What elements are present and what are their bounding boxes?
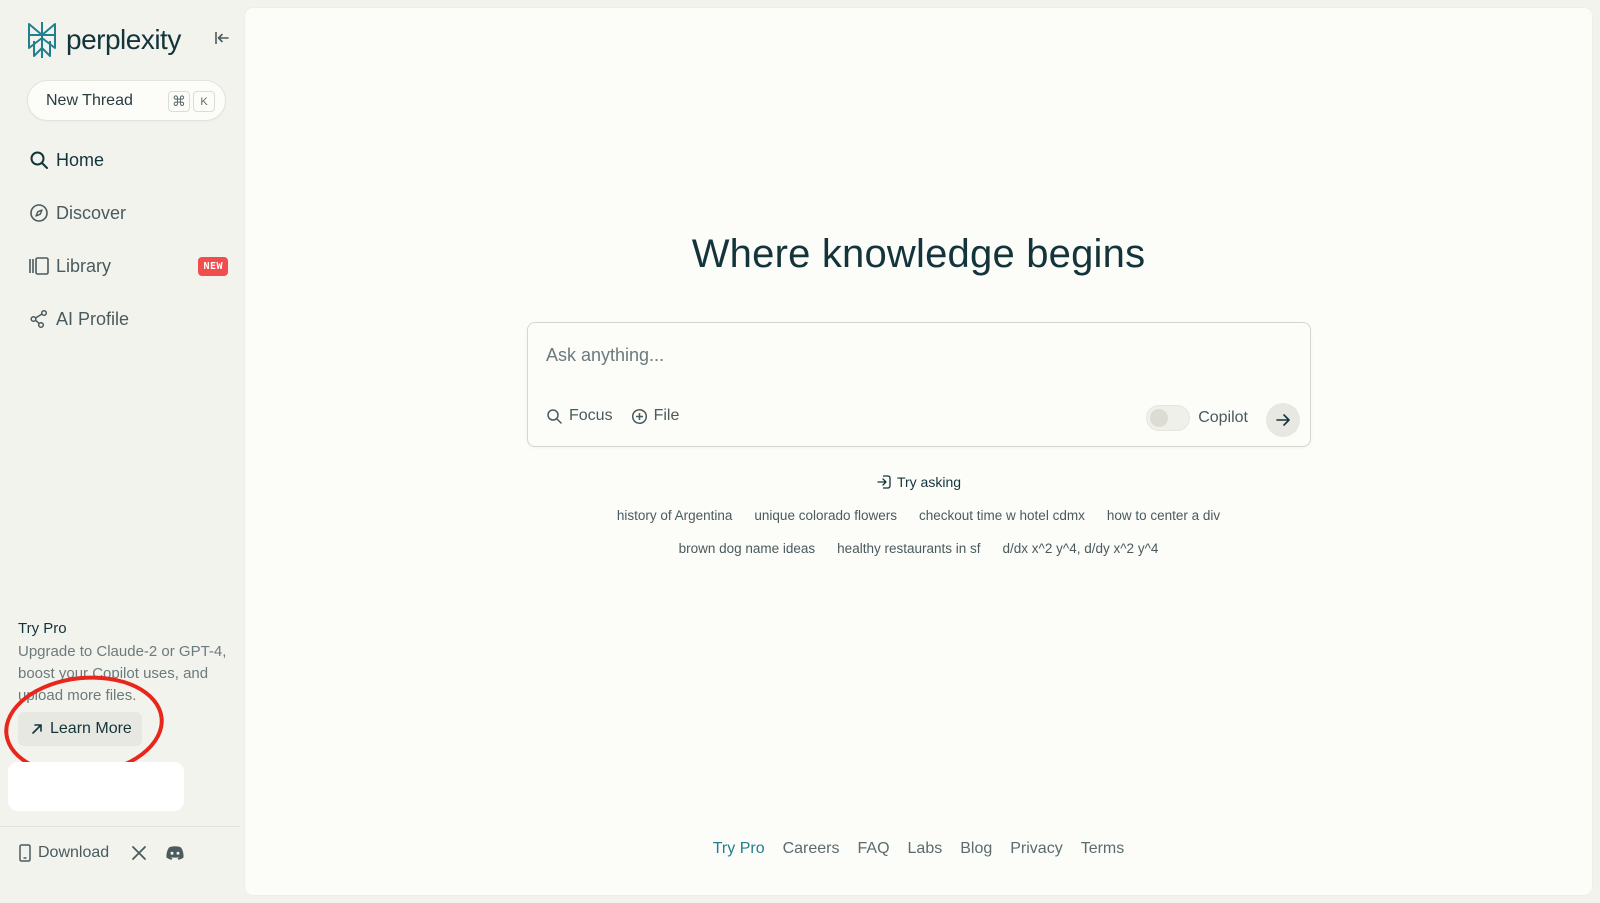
try-pro-panel: Try Pro Upgrade to Claude-2 or GPT-4, bo… [18,620,233,707]
footer-link-labs[interactable]: Labs [908,840,943,858]
learn-more-button[interactable]: Learn More [18,712,142,746]
sidebar-footer-links: Download [18,844,185,862]
compass-icon [28,202,50,224]
footer-link-careers[interactable]: Careers [783,840,840,858]
main-footer: Try Pro Careers FAQ Labs Blog Privacy Te… [245,840,1592,858]
copilot-toggle[interactable]: Copilot [1146,405,1248,431]
sidebar-item-label: Discover [56,202,127,223]
collapse-left-icon [215,32,229,44]
toggle-knob [1150,409,1169,427]
download-label: Download [38,844,110,861]
command-key: ⌘ [168,91,190,112]
footer-link-try-pro[interactable]: Try Pro [713,840,765,858]
suggestion-item[interactable]: history of Argentina [617,508,733,523]
suggestion-item[interactable]: d/dx x^2 y^4, d/dy x^2 y^4 [1003,541,1159,556]
sidebar-nav: Home Discover Library NEW AI Profile [28,143,228,355]
logo[interactable]: perplexity [26,20,236,60]
sidebar: perplexity New Thread ⌘ K Home Discover [0,0,245,903]
sidebar-item-label: AI Profile [56,308,130,329]
suggestion-item[interactable]: how to center a div [1107,508,1220,523]
sign-in-arrow-icon [877,475,891,489]
plus-circle-icon [631,408,647,424]
search-icon [547,408,562,424]
copilot-label: Copilot [1198,409,1248,426]
file-label: File [653,407,680,424]
k-key: K [193,91,215,112]
share-icon [28,308,50,330]
phone-icon [19,844,31,862]
x-twitter-icon[interactable] [131,845,147,861]
try-pro-description: Upgrade to Claude-2 or GPT-4, boost your… [18,643,227,704]
try-asking-label: Try asking [896,474,962,490]
new-thread-label: New Thread [46,91,133,109]
suggestion-item[interactable]: healthy restaurants in sf [837,541,980,556]
search-input[interactable] [546,343,1286,367]
sidebar-item-home[interactable]: Home [28,143,228,177]
suggestion-item[interactable]: brown dog name ideas [679,541,816,556]
page-title: Where knowledge begins [691,232,1146,276]
perplexity-logo-icon [28,22,56,58]
submit-button[interactable] [1266,403,1300,437]
brand-name: perplexity [66,24,181,55]
collapse-sidebar-button[interactable] [212,28,232,48]
library-icon [28,255,50,277]
arrow-up-right-icon [32,724,42,734]
sidebar-item-label: Home [56,149,105,170]
search-tools: Focus File [546,407,697,425]
blank-panel [8,762,184,811]
try-asking-header: Try asking [245,474,1592,490]
file-button[interactable]: File [631,407,680,425]
search-icon [28,149,50,171]
footer-link-faq[interactable]: FAQ [858,840,890,858]
suggestion-item[interactable]: unique colorado flowers [754,508,897,523]
footer-link-blog[interactable]: Blog [960,840,992,858]
learn-more-label: Learn More [50,720,132,737]
sidebar-footer: Download [0,826,240,903]
new-thread-button[interactable]: New Thread ⌘ K [27,80,226,121]
focus-button[interactable]: Focus [546,407,613,425]
footer-link-terms[interactable]: Terms [1081,840,1125,858]
toggle-switch[interactable] [1146,405,1191,431]
suggestions-row-1: history of Argentina unique colorado flo… [245,508,1592,523]
sidebar-item-discover[interactable]: Discover [28,196,228,230]
search-box: Focus File Copilot [527,322,1311,447]
new-badge: NEW [198,257,228,276]
sidebar-item-ai-profile[interactable]: AI Profile [28,302,228,336]
focus-label: Focus [569,407,613,424]
suggestion-item[interactable]: checkout time w hotel cdmx [919,508,1085,523]
new-thread-shortcut: ⌘ K [168,91,215,112]
sidebar-item-label: Library [56,255,112,276]
suggestions-row-2: brown dog name ideas healthy restaurants… [245,541,1592,556]
main-panel: Where knowledge begins Focus File Copilo… [245,8,1592,895]
arrow-right-icon [1276,414,1290,426]
try-pro-title: Try Pro [18,620,67,637]
sidebar-item-library[interactable]: Library NEW [28,249,228,283]
discord-icon[interactable] [165,845,185,861]
download-link[interactable]: Download [18,844,109,862]
footer-link-privacy[interactable]: Privacy [1010,840,1062,858]
